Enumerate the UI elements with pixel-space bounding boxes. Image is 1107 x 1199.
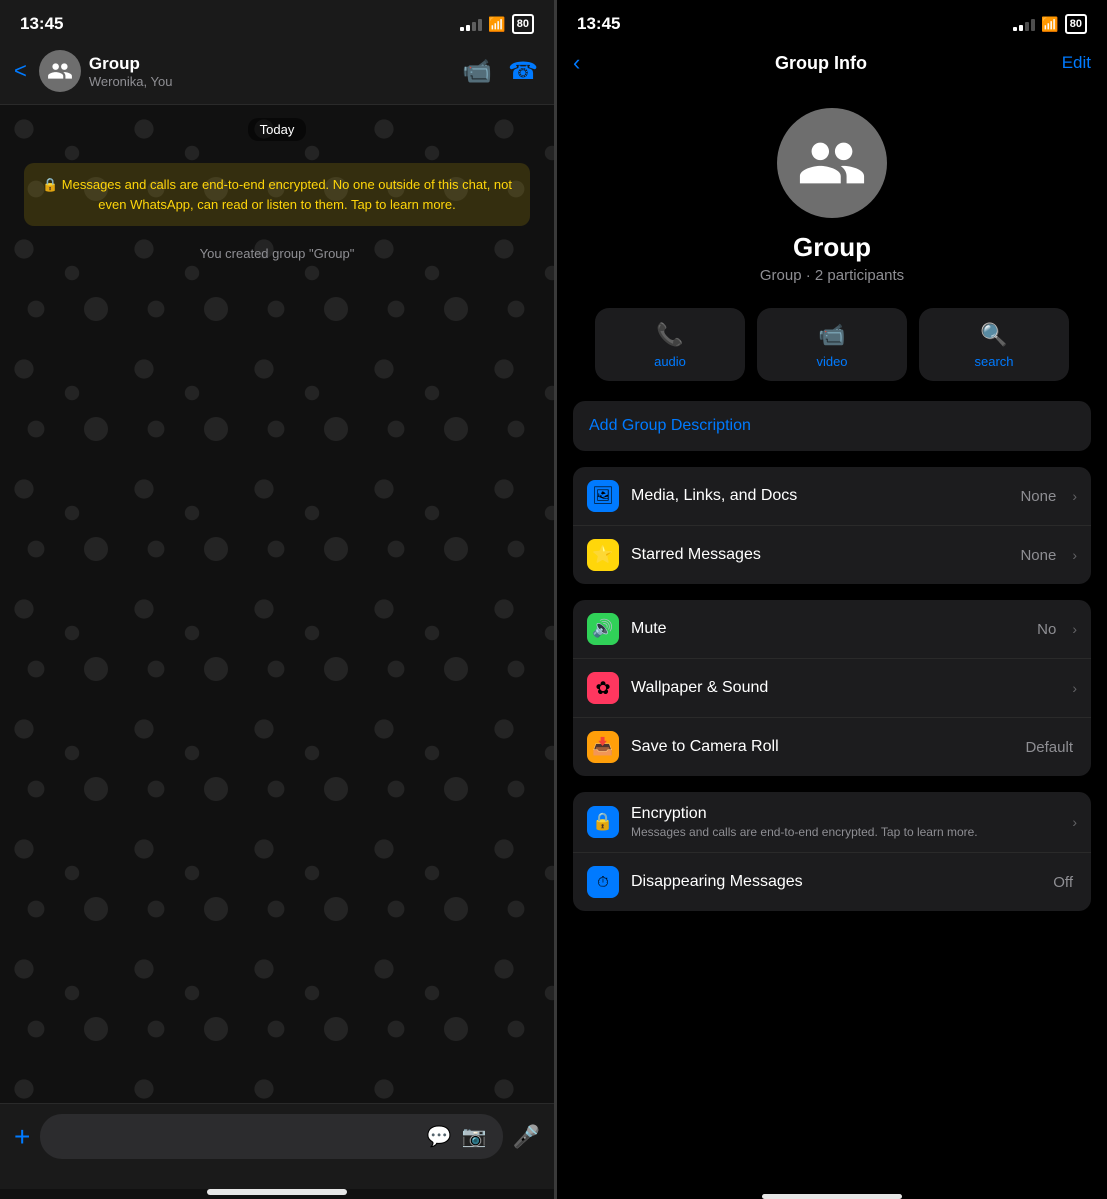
starred-messages-row[interactable]: ⭐ Starred Messages None › (573, 526, 1091, 584)
group-info-title: Group Info (775, 53, 867, 74)
audio-label: audio (654, 354, 686, 369)
encryption-sublabel: Messages and calls are end-to-end encryp… (631, 825, 1060, 839)
media-value: None (1020, 488, 1056, 505)
group-large-icon (797, 128, 867, 198)
video-label: video (816, 354, 847, 369)
group-info-content: Group Group · 2 participants 📞 audio 📹 v… (557, 88, 1107, 1184)
left-status-bar: 13:45 📶 80 (0, 0, 554, 42)
mic-button[interactable]: 🎤 (513, 1124, 540, 1150)
camera-roll-label: Save to Camera Roll (631, 738, 1013, 756)
right-wifi-icon: 📶 (1041, 16, 1058, 33)
starred-icon: ⭐ (587, 539, 619, 571)
save-camera-roll-row[interactable]: 📥 Save to Camera Roll Default (573, 718, 1091, 776)
encryption-notice[interactable]: 🔒 Messages and calls are end-to-end encr… (24, 163, 530, 226)
audio-icon: 📞 (656, 322, 683, 348)
system-message: You created group "Group" (24, 246, 530, 261)
encryption-label: Encryption (631, 805, 1060, 823)
video-call-action[interactable]: 📹 video (757, 308, 907, 381)
camera-roll-value: Default (1025, 739, 1073, 756)
signal-icon (460, 17, 482, 31)
media-icon: 🖼 (587, 480, 619, 512)
starred-chevron-icon: › (1072, 547, 1077, 563)
wallpaper-label: Wallpaper & Sound (631, 679, 1060, 697)
mute-chevron-icon: › (1072, 621, 1077, 637)
chat-group-avatar (39, 50, 81, 92)
chat-input-bar: + 💬 📷 🎤 (0, 1103, 554, 1189)
search-action[interactable]: 🔍 search (919, 308, 1069, 381)
right-signal-icon (1013, 17, 1035, 31)
media-links-docs-row[interactable]: 🖼 Media, Links, and Docs None › (573, 467, 1091, 526)
audio-call-action[interactable]: 📞 audio (595, 308, 745, 381)
encryption-row[interactable]: 🔒 Encryption Messages and calls are end-… (573, 792, 1091, 853)
video-icon: 📹 (818, 322, 845, 348)
camera-roll-icon: 📥 (587, 731, 619, 763)
settings-section-3: 🔒 Encryption Messages and calls are end-… (573, 792, 1091, 911)
chat-group-members: Weronika, You (89, 74, 454, 89)
left-time: 13:45 (20, 14, 63, 34)
input-actions: 💬 📷 (427, 1124, 487, 1149)
add-attachment-button[interactable]: + (14, 1121, 30, 1153)
mute-label: Mute (631, 620, 1025, 638)
group-avatar-large[interactable] (777, 108, 887, 218)
media-label: Media, Links, and Docs (631, 487, 1008, 505)
group-info-back-button[interactable]: ‹ (573, 50, 580, 76)
camera-button[interactable]: 📷 (462, 1124, 487, 1149)
chat-group-info[interactable]: Group Weronika, You (89, 54, 454, 89)
date-badge: Today (248, 121, 307, 139)
battery-indicator: 80 (512, 14, 534, 34)
disappearing-icon: ⏱ (587, 866, 619, 898)
disappearing-value: Off (1053, 874, 1073, 891)
right-time: 13:45 (577, 14, 620, 34)
right-battery-indicator: 80 (1065, 14, 1087, 34)
right-home-indicator (762, 1194, 902, 1199)
starred-value: None (1020, 547, 1056, 564)
group-profile: Group Group · 2 participants (557, 88, 1107, 308)
group-profile-name: Group (793, 232, 871, 263)
settings-section-1: 🖼 Media, Links, and Docs None › ⭐ Starre… (573, 467, 1091, 584)
encryption-chevron-icon: › (1072, 814, 1077, 830)
disappearing-label: Disappearing Messages (631, 873, 1041, 891)
group-profile-subtitle: Group · 2 participants (760, 267, 904, 284)
wallpaper-icon: ✿ (587, 672, 619, 704)
home-indicator (207, 1189, 347, 1195)
chat-header: < Group Weronika, You 📹 ☎ (0, 42, 554, 105)
back-button[interactable]: < (10, 54, 31, 88)
add-description-row[interactable]: Add Group Description (573, 401, 1091, 451)
media-chevron-icon: › (1072, 488, 1077, 504)
settings-section-2: 🔊 Mute No › ✿ Wallpaper & Sound › 📥 Save… (573, 600, 1091, 776)
mute-icon: 🔊 (587, 613, 619, 645)
mute-row[interactable]: 🔊 Mute No › (573, 600, 1091, 659)
encryption-icon: 🔒 (587, 806, 619, 838)
left-status-icons: 📶 80 (460, 14, 534, 34)
wallpaper-sound-row[interactable]: ✿ Wallpaper & Sound › (573, 659, 1091, 718)
chat-panel: 13:45 📶 80 < Group Weronika, You 📹 ☎ (0, 0, 554, 1199)
chat-background: Today 🔒 Messages and calls are end-to-en… (0, 105, 554, 1103)
group-info-header: ‹ Group Info Edit (557, 42, 1107, 88)
mute-value: No (1037, 621, 1056, 638)
right-status-bar: 13:45 📶 80 (557, 0, 1107, 42)
disappearing-messages-row[interactable]: ⏱ Disappearing Messages Off (573, 853, 1091, 911)
sticker-button[interactable]: 💬 (427, 1124, 452, 1149)
action-buttons-row: 📞 audio 📹 video 🔍 search (557, 308, 1107, 401)
chat-group-name: Group (89, 54, 454, 74)
group-icon (47, 58, 73, 84)
starred-label: Starred Messages (631, 546, 1008, 564)
voice-call-button[interactable]: ☎ (508, 57, 538, 86)
right-status-icons: 📶 80 (1013, 14, 1087, 34)
add-description-label: Add Group Description (589, 417, 751, 434)
wifi-icon: 📶 (488, 16, 505, 33)
search-icon: 🔍 (980, 322, 1007, 348)
video-call-button[interactable]: 📹 (462, 57, 492, 86)
group-info-panel: 13:45 📶 80 ‹ Group Info Edit Group Group (557, 0, 1107, 1199)
search-label: search (974, 354, 1013, 369)
group-info-edit-button[interactable]: Edit (1062, 53, 1091, 73)
wallpaper-chevron-icon: › (1072, 680, 1077, 696)
message-input-field[interactable]: 💬 📷 (40, 1114, 502, 1159)
chat-header-actions: 📹 ☎ (462, 57, 538, 86)
